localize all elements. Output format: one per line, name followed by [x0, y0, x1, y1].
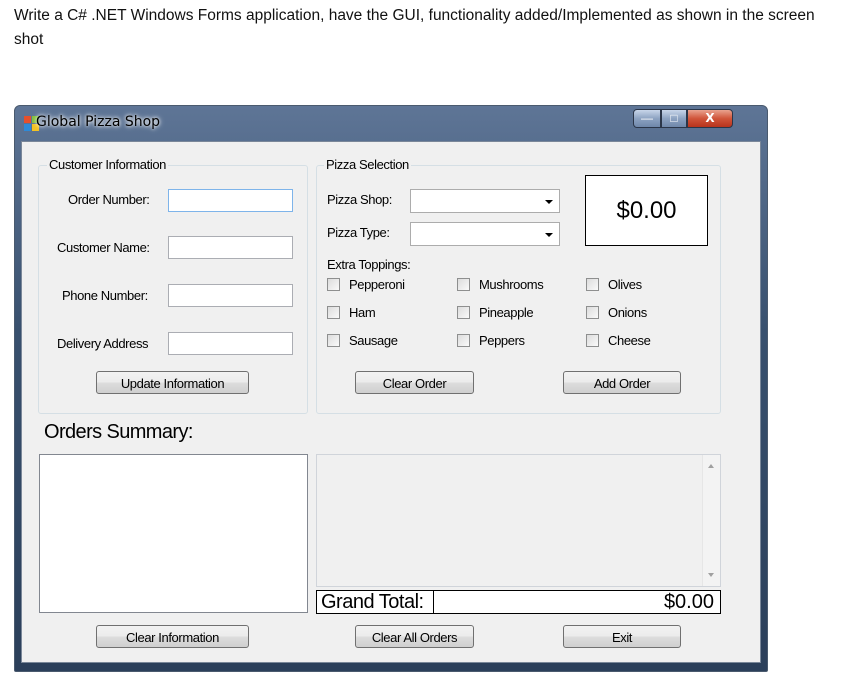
- scroll-down-icon[interactable]: [708, 573, 714, 577]
- olives-checkbox[interactable]: [586, 278, 599, 291]
- customer-info-group-label: Customer Information: [47, 157, 168, 172]
- extra-toppings-label: Extra Toppings:: [327, 257, 411, 272]
- maximize-button[interactable]: □: [661, 109, 687, 128]
- chevron-down-icon: [545, 233, 553, 237]
- onions-label: Onions: [608, 305, 647, 320]
- update-information-button[interactable]: Update Information: [96, 371, 249, 394]
- pizza-selection-group-label: Pizza Selection: [324, 157, 411, 172]
- peppers-checkbox[interactable]: [457, 334, 470, 347]
- exit-button[interactable]: Exit: [563, 625, 681, 648]
- cheese-checkbox[interactable]: [586, 334, 599, 347]
- sausage-checkbox[interactable]: [327, 334, 340, 347]
- prompt-text: Write a C# .NET Windows Forms applicatio…: [14, 7, 815, 48]
- phone-number-label: Phone Number:: [62, 288, 148, 303]
- pineapple-label: Pineapple: [479, 305, 534, 320]
- mushrooms-checkbox[interactable]: [457, 278, 470, 291]
- customer-name-input[interactable]: [168, 236, 293, 259]
- pizza-type-label: Pizza Type:: [327, 225, 390, 240]
- minimize-button[interactable]: —: [633, 109, 661, 128]
- olives-label: Olives: [608, 277, 642, 292]
- orders-list-scrollbar[interactable]: [702, 455, 720, 586]
- pineapple-checkbox[interactable]: [457, 306, 470, 319]
- grand-total-label: Grand Total:: [317, 591, 434, 613]
- delivery-address-input[interactable]: [168, 332, 293, 355]
- customer-name-label: Customer Name:: [57, 240, 150, 255]
- order-number-input[interactable]: [168, 189, 293, 212]
- ham-label: Ham: [349, 305, 376, 320]
- pizza-shop-dropdown[interactable]: [410, 189, 560, 213]
- pizza-price-display: $0.00: [585, 175, 708, 246]
- peppers-label: Peppers: [479, 333, 525, 348]
- sausage-label: Sausage: [349, 333, 398, 348]
- pepperoni-label: Pepperoni: [349, 277, 405, 292]
- chevron-down-icon: [545, 200, 553, 204]
- ham-checkbox[interactable]: [327, 306, 340, 319]
- pizza-type-dropdown[interactable]: [410, 222, 560, 246]
- window-title: Global Pizza Shop: [36, 114, 161, 130]
- clear-all-orders-button[interactable]: Clear All Orders: [355, 625, 474, 648]
- orders-summary-title: Orders Summary:: [44, 421, 193, 443]
- pepperoni-checkbox[interactable]: [327, 278, 340, 291]
- cheese-label: Cheese: [608, 333, 651, 348]
- grand-total-value: $0.00: [663, 591, 714, 613]
- grand-total-row: Grand Total: $0.00: [316, 590, 721, 614]
- add-order-button[interactable]: Add Order: [563, 371, 681, 394]
- customer-summary-listbox[interactable]: [39, 454, 308, 613]
- clear-order-button[interactable]: Clear Order: [355, 371, 474, 394]
- orders-list-textbox[interactable]: [316, 454, 721, 587]
- mushrooms-label: Mushrooms: [479, 277, 544, 292]
- onions-checkbox[interactable]: [586, 306, 599, 319]
- order-number-label: Order Number:: [68, 192, 150, 207]
- close-button[interactable]: X: [687, 109, 733, 128]
- delivery-address-label: Delivery Address: [57, 336, 149, 351]
- scroll-up-icon[interactable]: [708, 464, 714, 468]
- phone-number-input[interactable]: [168, 284, 293, 307]
- pizza-shop-label: Pizza Shop:: [327, 192, 392, 207]
- clear-information-button[interactable]: Clear Information: [96, 625, 249, 648]
